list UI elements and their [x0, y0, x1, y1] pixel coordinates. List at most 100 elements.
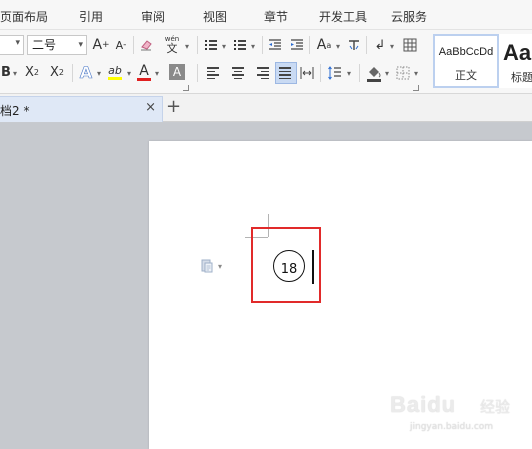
borders-icon [396, 66, 410, 80]
style-normal[interactable]: AaBbCcDd 正文 [433, 34, 499, 88]
paragraph-dialog-launcher[interactable] [413, 85, 419, 91]
numbered-list-icon [234, 40, 246, 50]
justify-button[interactable] [275, 62, 297, 84]
indent-icon [291, 39, 303, 50]
show-hide-marks-button[interactable]: ↲ [373, 36, 387, 54]
chinese-layout-button[interactable] [346, 37, 362, 53]
bold-button[interactable]: B [0, 63, 12, 81]
document-tab[interactable]: 档2 * × [0, 96, 163, 122]
font-name-select[interactable]: ▾ [0, 35, 24, 55]
chevron-down-icon[interactable]: ▾ [155, 69, 159, 78]
distribute-icon [300, 67, 314, 79]
menu-tab-developer[interactable]: 开发工具 [319, 8, 367, 25]
divider [309, 36, 310, 54]
new-tab-icon[interactable]: + [166, 96, 181, 117]
menu-tab-references[interactable]: 引用 [79, 8, 103, 25]
divider [320, 64, 321, 82]
borders-button[interactable] [395, 65, 411, 81]
document-tab-label: 档2 * [0, 104, 30, 118]
chevron-down-icon: ▾ [78, 40, 83, 50]
chevron-down-icon[interactable]: ▾ [185, 42, 189, 51]
chevron-down-icon[interactable]: ▾ [127, 69, 131, 78]
bold-icon: B [1, 64, 11, 80]
text-effect-button[interactable]: A [77, 62, 95, 82]
divider [197, 36, 198, 54]
font-color-button[interactable]: A [136, 61, 152, 83]
menu-tab-cloud[interactable]: 云服务 [391, 8, 427, 25]
numbering-button[interactable] [232, 37, 248, 53]
align-right-icon [255, 66, 269, 80]
subscript-icon: X [50, 64, 59, 80]
highlighter-icon: ab [108, 64, 122, 77]
outdent-icon [269, 39, 281, 50]
distributed-button[interactable] [299, 65, 315, 81]
align-justify-icon [279, 66, 293, 80]
font-size-value: 二号 [32, 38, 57, 52]
chevron-down-icon[interactable]: ▾ [336, 42, 340, 51]
align-center-icon [231, 66, 245, 80]
divider [366, 36, 367, 54]
bullets-button[interactable] [203, 37, 219, 53]
divider [262, 36, 263, 54]
char-shading-button[interactable]: A [169, 64, 185, 80]
chevron-down-icon[interactable]: ▾ [97, 69, 101, 78]
line-spacing-icon [328, 66, 341, 80]
style-label: 正文 [455, 69, 477, 82]
close-icon[interactable]: × [145, 100, 156, 115]
shrink-font-button[interactable]: A- [113, 36, 129, 54]
chevron-down-icon[interactable]: ▾ [13, 69, 17, 78]
superscript-button[interactable]: X2 [22, 63, 42, 81]
table-button[interactable] [402, 37, 418, 53]
highlight-button[interactable]: ab [106, 61, 124, 83]
align-left-button[interactable] [206, 65, 222, 81]
paragraph-mark-icon: ↲ [374, 37, 386, 53]
align-center-button[interactable] [230, 65, 246, 81]
chevron-down-icon[interactable]: ▾ [222, 42, 226, 51]
enclosed-character[interactable]: 18 [273, 250, 305, 282]
chevron-down-icon[interactable]: ▾ [385, 69, 389, 78]
style-heading[interactable]: Aa 标题 [499, 34, 532, 88]
superscript-sup: 2 [33, 67, 39, 77]
watermark-brand: Baidu [390, 392, 457, 417]
style-sample: Aa [503, 40, 532, 65]
subscript-button[interactable]: X2 [47, 63, 67, 81]
paste-options-icon[interactable] [201, 259, 213, 273]
divider [359, 64, 360, 82]
menu-tab-review[interactable]: 审阅 [141, 8, 165, 25]
clear-format-button[interactable] [137, 36, 155, 54]
highlight-color-bar [108, 77, 122, 80]
font-color-bar [137, 77, 151, 81]
subscript-sub: 2 [58, 67, 64, 77]
divider [72, 64, 73, 82]
decrease-indent-button[interactable] [267, 37, 283, 53]
chevron-down-icon[interactable]: ▾ [414, 69, 418, 78]
paint-bucket-icon [367, 67, 381, 82]
menu-tab-page-layout[interactable]: 页面布局 [0, 8, 48, 25]
chevron-down-icon[interactable]: ▾ [218, 262, 222, 271]
grow-font-button[interactable]: A + [92, 36, 110, 54]
grow-font-icon: A [92, 37, 103, 53]
change-case-sup: a [326, 40, 332, 50]
font-size-select[interactable]: 二号 ▾ [27, 35, 87, 55]
menu-tab-view[interactable]: 视图 [203, 8, 227, 25]
line-spacing-button[interactable] [327, 65, 343, 81]
menu-tab-chapter[interactable]: 章节 [264, 8, 288, 25]
divider [197, 64, 198, 82]
char-shading-icon: A [172, 65, 182, 79]
align-right-button[interactable] [254, 65, 270, 81]
increase-indent-button[interactable] [289, 37, 305, 53]
table-grid-icon [403, 38, 417, 52]
style-sample: AaBbCcDd [438, 46, 494, 58]
menu-bar: 页面布局 引用 审阅 视图 章节 开发工具 云服务 [0, 0, 532, 30]
font-color-icon: A [139, 62, 149, 79]
chevron-down-icon[interactable]: ▾ [251, 42, 255, 51]
grow-font-sup: + [102, 40, 110, 50]
phonetic-bottom: 文 [166, 42, 178, 55]
chevron-down-icon[interactable]: ▾ [347, 69, 351, 78]
font-dialog-launcher[interactable] [183, 85, 189, 91]
chevron-down-icon[interactable]: ▾ [390, 42, 394, 51]
style-label: 标题 [511, 71, 532, 84]
change-case-button[interactable]: Aa [313, 35, 335, 55]
shading-button[interactable] [365, 63, 383, 83]
phonetic-guide-button[interactable]: wén 文 [161, 33, 183, 57]
